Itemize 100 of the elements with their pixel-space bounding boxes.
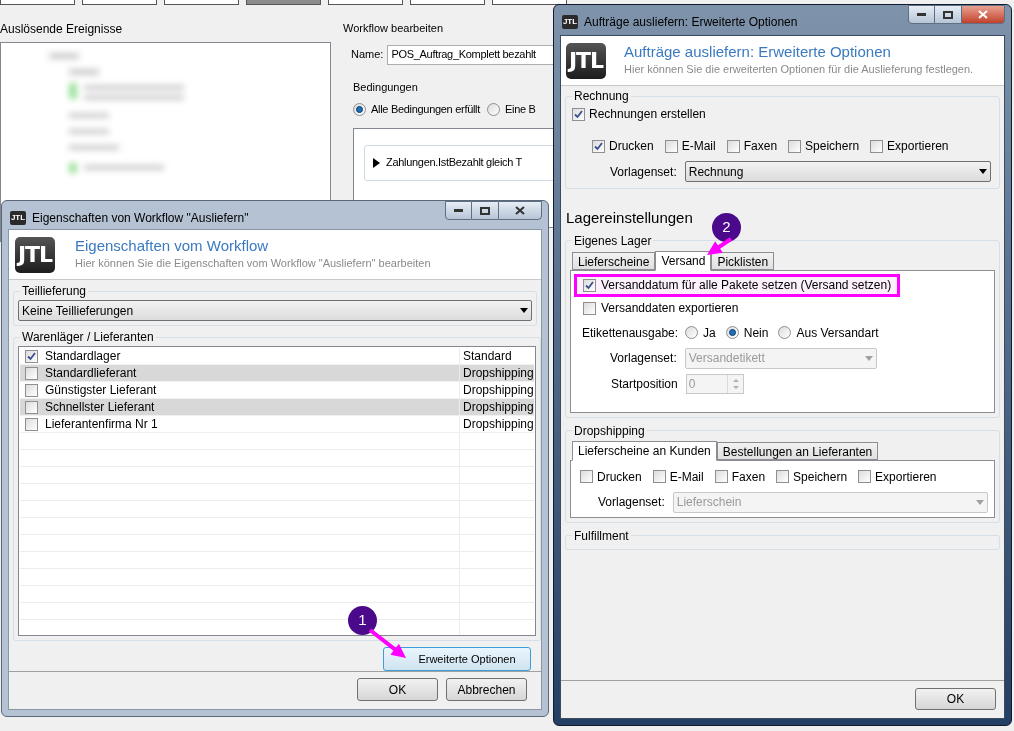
checkbox-label: Faxen: [743, 138, 778, 155]
check-icon: [27, 351, 36, 361]
group-title: Eigenes Lager: [573, 232, 653, 250]
minimize-button[interactable]: [908, 5, 935, 24]
list-row[interactable]: Lieferantenfirma Nr 1 Dropshipping: [20, 416, 534, 433]
radio-label: Nein: [743, 324, 769, 342]
toolbar-button[interactable]: [410, 0, 485, 5]
window-title: Eigenschaften von Workflow "Ausliefern": [32, 210, 249, 227]
field-label: Vorlagenset:: [598, 494, 665, 511]
tab[interactable]: Lieferscheine an Kunden: [572, 440, 717, 461]
supplier-name: Standardlieferant: [45, 365, 137, 382]
app-logo: JTL: [10, 211, 26, 225]
list-row[interactable]: Günstigster Lieferant Dropshipping: [20, 382, 534, 399]
tab[interactable]: Picklisten: [711, 251, 775, 270]
app-logo: JTL: [566, 42, 606, 79]
condition-text: Zahlungen.IstBezahlt gleich T: [386, 155, 523, 171]
checkbox[interactable]: [583, 278, 596, 292]
app-logo: JTL: [15, 236, 55, 273]
checkbox[interactable]: [25, 383, 38, 397]
header-title: Aufträge ausliefern: Erweiterte Optionen: [624, 43, 892, 62]
advanced-options-button[interactable]: Erweiterte Optionen: [383, 647, 531, 671]
caret-icon: [864, 355, 873, 361]
radio-label: Ja: [703, 324, 716, 342]
checkbox[interactable]: [664, 139, 678, 153]
radio-button[interactable]: [487, 102, 500, 116]
checkbox-label: Drucken: [597, 468, 642, 486]
field-label: Name:: [351, 47, 384, 63]
group-title: Rechnung: [573, 88, 630, 105]
dialog-button[interactable]: OK: [357, 678, 438, 701]
checkbox[interactable]: [788, 139, 802, 153]
field-label: Vorlagenset:: [610, 163, 677, 181]
group-title: Bedingungen: [353, 80, 418, 93]
list-row[interactable]: Schnellster Lieferant Dropshipping: [20, 399, 534, 416]
checkbox-label: Speichern: [805, 138, 860, 155]
supplier-name: Schnellster Lieferant: [45, 399, 155, 416]
toolbar-button[interactable]: [82, 0, 157, 5]
dropdown[interactable]: Rechnung: [684, 161, 991, 182]
tab[interactable]: Bestellungen an Lieferanten: [716, 441, 879, 460]
supplier-name: Günstigster Lieferant: [45, 382, 157, 399]
maximize-icon: [480, 206, 490, 215]
header-title: Eigenschaften vom Workflow: [75, 237, 270, 256]
checkbox[interactable]: [580, 470, 593, 483]
group-title: Warenläger / Lieferanten: [21, 329, 155, 346]
checkbox-label: E-Mail: [669, 468, 704, 486]
radio-button[interactable]: [353, 102, 366, 116]
checkbox[interactable]: [858, 470, 872, 483]
supplier-type: Dropshipping: [459, 416, 534, 432]
caret-icon: [979, 169, 987, 174]
checkbox-label: Faxen: [731, 468, 766, 486]
checkbox[interactable]: [572, 107, 585, 121]
toolbar-button[interactable]: [0, 0, 75, 5]
close-icon: [978, 10, 988, 19]
list-row[interactable]: Standardlieferant Dropshipping: [20, 365, 534, 382]
toolbar-button[interactable]: [492, 0, 567, 5]
tab[interactable]: Versand: [655, 250, 712, 271]
expand-icon: [373, 157, 380, 168]
supplier-name: Standardlager: [45, 348, 121, 365]
checkbox-label: Versanddatum für alle Pakete setzen (Versand setzen): [601, 277, 892, 294]
field-label: Vorlagenset:: [610, 350, 677, 367]
checkbox[interactable]: [592, 139, 605, 153]
dropdown[interactable]: Keine Teillieferungen: [18, 300, 532, 321]
maximize-button[interactable]: [472, 201, 498, 220]
maximize-icon: [943, 10, 953, 19]
checkbox[interactable]: [870, 139, 884, 153]
checkbox[interactable]: [25, 366, 38, 380]
checkbox[interactable]: [652, 470, 666, 483]
radio-button[interactable]: [685, 326, 699, 339]
checkbox[interactable]: [25, 400, 38, 414]
pointer-arrow: [707, 237, 733, 255]
checkbox[interactable]: [726, 139, 740, 153]
field-label: Startposition: [611, 375, 678, 393]
maximize-button[interactable]: [935, 5, 961, 24]
group-title: Fulfillment: [573, 527, 630, 545]
checkbox[interactable]: [583, 301, 596, 315]
radio-label: Eine B: [505, 102, 536, 117]
close-button[interactable]: [498, 201, 542, 220]
supplier-type: Dropshipping: [459, 399, 534, 415]
dialog-button[interactable]: Abbrechen: [446, 678, 527, 701]
dialog-button[interactable]: OK: [915, 688, 996, 710]
checkbox-label: Rechnungen erstellen: [589, 106, 706, 123]
pointer-arrow: [368, 628, 406, 658]
list-row[interactable]: Standardlager Standard: [20, 348, 534, 365]
checkbox-label: Exportieren: [887, 138, 949, 155]
toolbar-button[interactable]: [164, 0, 239, 5]
checkbox[interactable]: [714, 470, 728, 483]
checkbox[interactable]: [25, 417, 38, 431]
checkbox[interactable]: [776, 470, 790, 483]
section-heading: Lagereinstellungen: [566, 208, 693, 228]
minimize-button[interactable]: [445, 201, 472, 220]
radio-label: Alle Bedingungen erfüllt: [371, 102, 480, 117]
checkbox-label: Drucken: [609, 138, 654, 155]
app-logo: JTL: [562, 15, 578, 29]
header-subtitle: Hier können Sie die erweiterten Optionen für die Auslieferung festlegen.: [624, 62, 974, 78]
checkbox-label: Speichern: [793, 468, 848, 486]
radio-button[interactable]: [725, 326, 739, 339]
toolbar-button[interactable]: [328, 0, 403, 5]
close-button[interactable]: [961, 5, 1005, 24]
radio-button[interactable]: [778, 326, 792, 339]
checkbox[interactable]: [25, 349, 38, 363]
tab[interactable]: Lieferscheine: [572, 251, 656, 270]
